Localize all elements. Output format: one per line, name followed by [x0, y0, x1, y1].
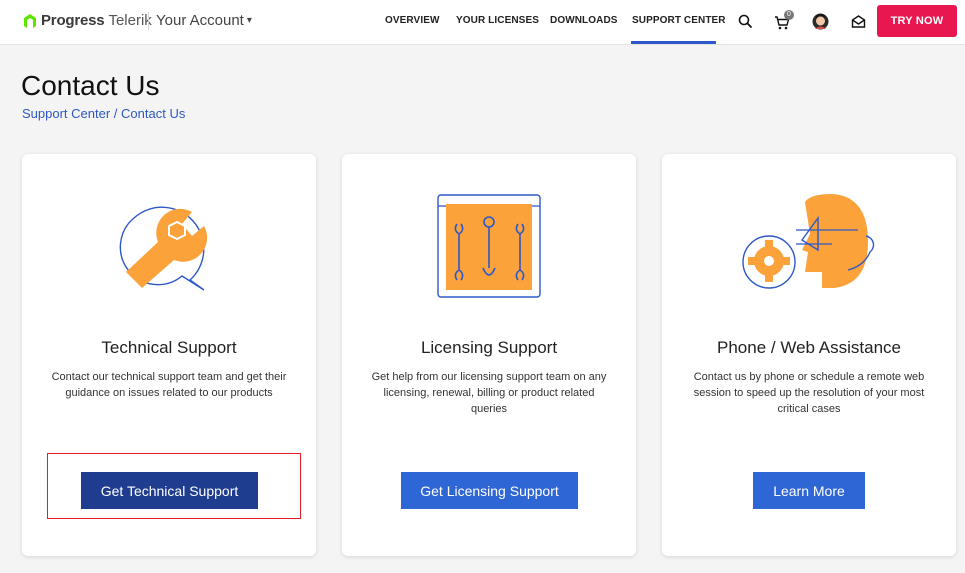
headset-agent-icon	[742, 194, 875, 289]
cart-count-badge: 0	[784, 10, 794, 20]
cart-button[interactable]: 0	[774, 10, 798, 32]
progress-logo-icon	[24, 14, 36, 28]
progress-telerik-logo[interactable]: Progress Telerik	[22, 12, 152, 29]
card-title: Technical Support	[101, 338, 237, 357]
get-licensing-support-button[interactable]: Get Licensing Support	[401, 472, 578, 509]
breadcrumb-separator: /	[113, 106, 118, 121]
breadcrumb-support-center[interactable]: Support Center	[22, 106, 110, 121]
licensing-support-card: Licensing Support Get help from our lice…	[342, 154, 636, 556]
card-description: Contact us by phone or schedule a remote…	[693, 371, 925, 415]
wrench-speech-icon	[119, 206, 208, 291]
nav-your-licenses[interactable]: YOUR LICENSES	[456, 15, 539, 26]
card-title: Phone / Web Assistance	[717, 338, 901, 357]
header-divider	[148, 12, 149, 30]
top-navigation-bar: Progress Telerik Your Account ▾ OVERVIEW …	[0, 0, 965, 45]
mail-icon[interactable]	[851, 14, 866, 29]
card-description: Contact our technical support team and g…	[51, 371, 287, 399]
breadcrumb-contact-us: Contact Us	[121, 106, 186, 121]
tools-panel-icon	[437, 194, 541, 298]
phone-web-assistance-card: Phone / Web Assistance Contact us by pho…	[662, 154, 956, 556]
your-account-menu[interactable]: Your Account ▾	[156, 12, 252, 29]
highlight-box	[47, 453, 301, 519]
breadcrumb: Support Center / Contact Us	[22, 106, 185, 121]
active-nav-indicator	[631, 41, 716, 44]
avatar[interactable]	[812, 12, 829, 31]
brand-telerik: Telerik	[108, 12, 152, 29]
learn-more-button[interactable]: Learn More	[753, 472, 865, 509]
card-title: Licensing Support	[420, 338, 558, 357]
account-label: Your Account	[156, 12, 244, 29]
page-title: Contact Us	[21, 70, 160, 101]
nav-overview[interactable]: OVERVIEW	[385, 15, 440, 26]
search-icon[interactable]	[738, 14, 753, 29]
nav-support-center[interactable]: SUPPORT CENTER	[632, 15, 726, 26]
caret-down-icon: ▾	[246, 15, 252, 26]
nav-downloads[interactable]: DOWNLOADS	[550, 15, 618, 26]
brand-progress: Progress	[41, 12, 105, 29]
try-now-button[interactable]: TRY NOW	[877, 5, 957, 37]
card-description: Get help from our licensing support team…	[371, 371, 607, 415]
